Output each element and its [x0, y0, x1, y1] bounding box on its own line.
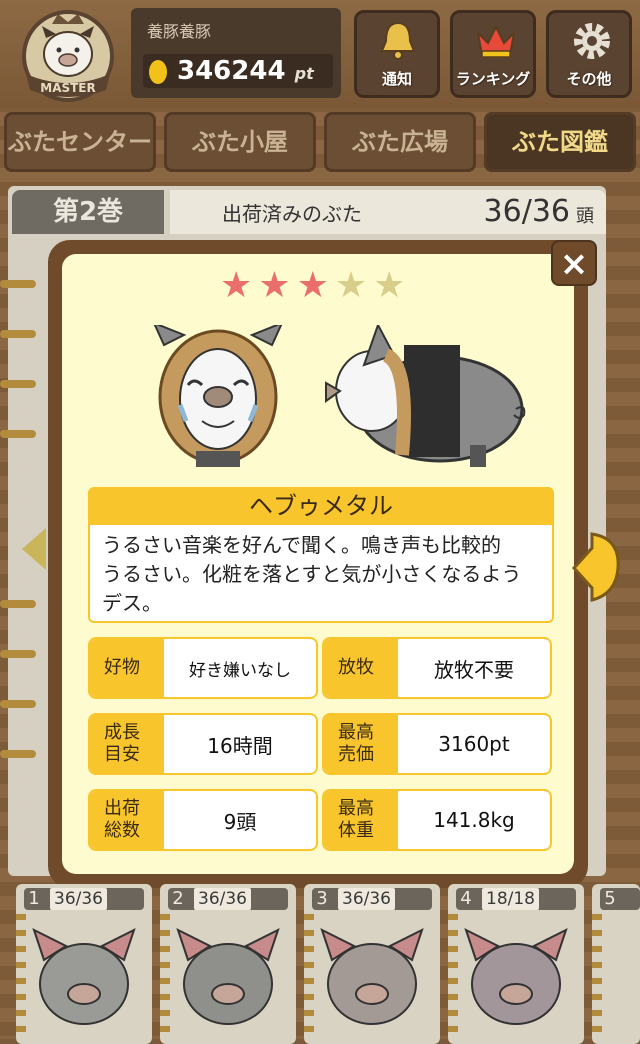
- volume-number: 2: [172, 888, 184, 909]
- volume-number: 1: [28, 888, 40, 909]
- description-line: デス。: [102, 591, 162, 615]
- prev-page-arrow-icon[interactable]: [18, 524, 48, 574]
- book-count: 36/36: [483, 194, 570, 229]
- stat-max-weight: 最高 体重 141.8kg: [322, 789, 552, 851]
- rarity-stars: ★ ★ ★ ★ ★: [220, 266, 411, 306]
- stat-value: 放牧不要: [434, 657, 514, 682]
- pig-face-icon: [176, 928, 280, 1025]
- ranking-button[interactable]: ランキング: [450, 10, 536, 98]
- volume-card-header: 5: [600, 888, 640, 910]
- stat-max-price: 最高 売価 3160pt: [322, 713, 552, 775]
- volume-count: 36/36: [194, 888, 251, 910]
- volume-count: 18/18: [482, 888, 539, 910]
- notification-button[interactable]: 通知: [354, 10, 440, 98]
- stat-shipped-total: 出荷 総数 9頭: [88, 789, 318, 851]
- stat-label: 好物: [90, 639, 164, 697]
- stat-label: 最高 売価: [324, 715, 398, 773]
- stat-value: 16時間: [207, 733, 273, 758]
- description-line: うるさい音楽を好んで聞く。鳴き声も比較的: [102, 533, 501, 557]
- volume-card-5[interactable]: 5: [592, 884, 640, 1044]
- volume-card-header: 2 36/36: [168, 888, 288, 910]
- volume-number: 3: [316, 888, 328, 909]
- stat-value: 9頭: [223, 809, 257, 834]
- stat-label: 放牧: [324, 639, 398, 697]
- stat-favorite-food: 好物 好き嫌いなし: [88, 637, 318, 699]
- tab-buta-encyclopedia[interactable]: ぶた図鑑: [484, 112, 636, 172]
- volume-card-3[interactable]: 3 36/36: [304, 884, 440, 1044]
- tab-buta-center[interactable]: ぶたセンター: [4, 112, 156, 172]
- pig-face-icon: [320, 928, 424, 1025]
- pig-face-icon: [464, 928, 568, 1025]
- username: 養豚養豚: [147, 22, 212, 41]
- volume-count: 36/36: [50, 888, 107, 910]
- star-icon: ★: [258, 265, 291, 306]
- points-display: 346244 pt: [143, 54, 333, 88]
- user-info-box: 養豚養豚 346244 pt: [131, 8, 341, 98]
- pig-front-image: [153, 325, 283, 467]
- book-count-unit: 頭: [576, 206, 594, 227]
- coin-icon: [149, 59, 167, 84]
- other-label: その他: [566, 70, 612, 88]
- stat-growth-time: 成長 目安 16時間: [88, 713, 318, 775]
- points-unit: pt: [294, 64, 314, 83]
- star-icon: ★: [220, 265, 253, 306]
- pig-illustration: [153, 325, 526, 467]
- gear-icon: [574, 23, 610, 59]
- star-icon: ★: [373, 265, 406, 306]
- book-title: 出荷済みのぶた: [222, 202, 362, 226]
- volume-card-header: 4 18/18: [456, 888, 576, 910]
- stat-label: 出荷 総数: [90, 791, 164, 849]
- close-button[interactable]: ×: [551, 240, 597, 286]
- stat-label: 成長 目安: [90, 715, 164, 773]
- master-badge-icon[interactable]: MASTER: [12, 8, 124, 104]
- star-icon: ★: [296, 265, 329, 306]
- main-nav: ぶたセンター ぶた小屋 ぶた広場 ぶた図鑑: [0, 112, 640, 176]
- stat-value: 3160pt: [438, 732, 510, 756]
- stat-grazing: 放牧 放牧不要: [322, 637, 552, 699]
- volume-card-header: 1 36/36: [24, 888, 144, 910]
- stat-label: 最高 体重: [324, 791, 398, 849]
- crown-icon: [476, 24, 516, 58]
- pig-face-icon: [32, 928, 136, 1025]
- tab-buta-hut[interactable]: ぶた小屋: [164, 112, 316, 172]
- notification-label: 通知: [381, 70, 412, 88]
- header: MASTER 養豚養豚 346244 pt 通知 ランキング その他: [0, 0, 640, 108]
- stat-value: 141.8kg: [433, 808, 515, 832]
- tab-buta-plaza[interactable]: ぶた広場: [324, 112, 476, 172]
- bell-icon: [380, 21, 416, 60]
- master-badge-text: MASTER: [40, 81, 96, 95]
- pig-side-image: [325, 325, 526, 467]
- points-value: 346244: [177, 56, 286, 86]
- book-title-bar: 出荷済みのぶた 36/36 頭: [170, 190, 606, 234]
- volume-card-1[interactable]: 1 36/36: [16, 884, 152, 1044]
- volume-number: 5: [604, 888, 616, 909]
- volume-number: 4: [460, 888, 472, 909]
- star-icon: ★: [334, 265, 368, 306]
- pig-description: うるさい音楽を好んで聞く。鳴き声も比較的 うるさい。化粧を落とすと気が小さくなる…: [88, 525, 554, 623]
- volume-card-4[interactable]: 4 18/18: [448, 884, 584, 1044]
- pig-name: ヘブゥメタル: [88, 487, 554, 525]
- ranking-label: ランキング: [455, 70, 531, 88]
- description-line: うるさい。化粧を落とすと気が小さくなるよう: [102, 562, 522, 586]
- volume-card-2[interactable]: 2 36/36: [160, 884, 296, 1044]
- stat-value: 好き嫌いなし: [189, 660, 291, 681]
- volume-count: 36/36: [338, 888, 395, 910]
- volume-label: 第2巻: [12, 190, 164, 234]
- next-page-arrow-icon[interactable]: [570, 528, 622, 606]
- other-button[interactable]: その他: [546, 10, 632, 98]
- volume-card-header: 3 36/36: [312, 888, 432, 910]
